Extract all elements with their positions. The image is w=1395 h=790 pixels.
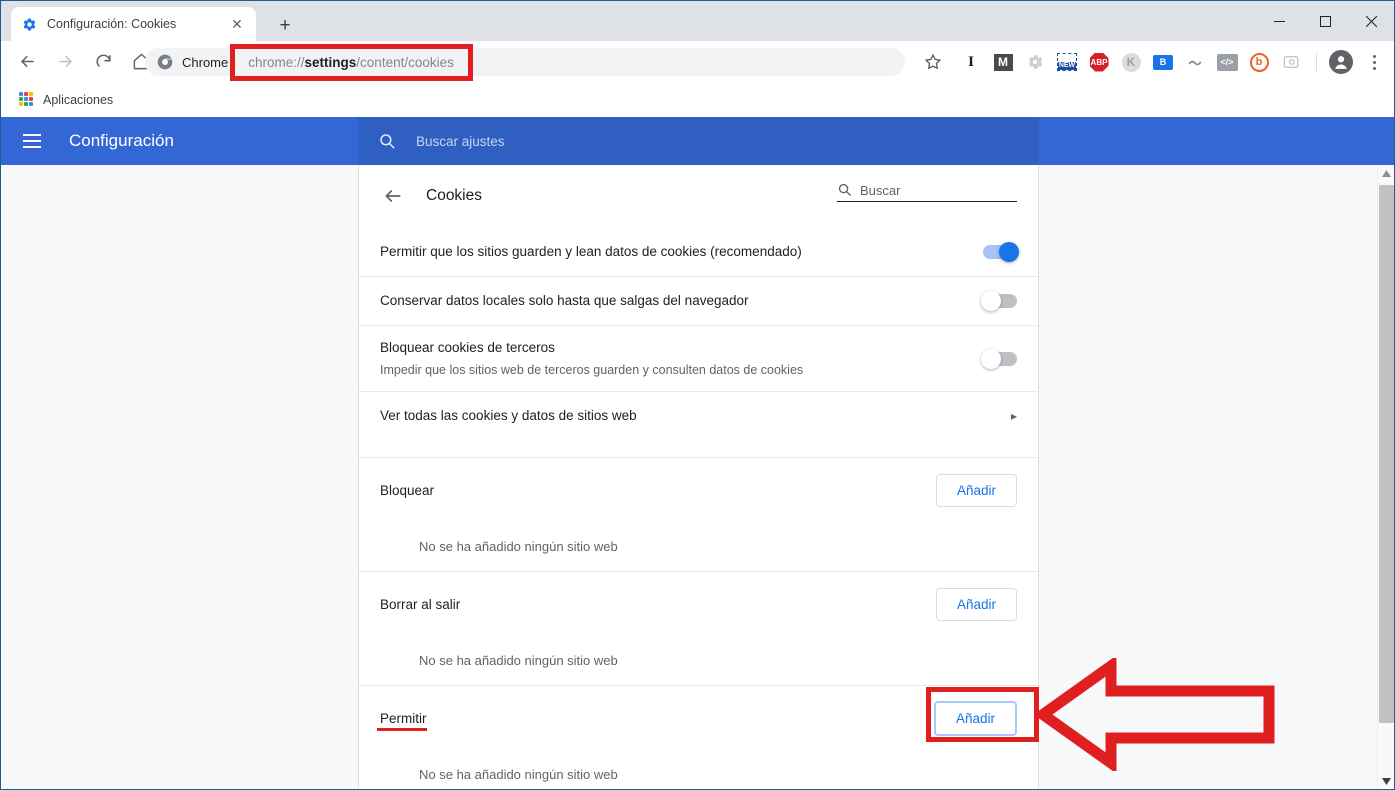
settings-header: Configuración Buscar ajustes xyxy=(1,117,1394,165)
toggle-keep-local-data[interactable] xyxy=(981,291,1017,311)
maximize-button[interactable] xyxy=(1302,1,1348,41)
tab-strip: Configuración: Cookies ✕ + xyxy=(1,1,1394,41)
empty-note-permitir: No se ha añadido ningún sitio web xyxy=(419,767,618,782)
row-title: Conservar datos locales solo hasta que s… xyxy=(380,293,749,308)
close-icon[interactable]: ✕ xyxy=(228,15,246,33)
bookmark-label: Aplicaciones xyxy=(43,92,114,107)
hamburger-icon[interactable] xyxy=(23,129,47,153)
bitly-blue-extension-icon[interactable]: B xyxy=(1151,50,1175,74)
row-text: Bloquear cookies de terceros Impedir que… xyxy=(380,338,983,380)
code-extension-icon[interactable]: </> xyxy=(1215,50,1239,74)
wave-extension-icon[interactable]: 〜 xyxy=(1183,50,1207,74)
section-title: Borrar al salir xyxy=(380,596,461,612)
minimize-button[interactable] xyxy=(1256,1,1302,41)
content-search-placeholder: Buscar xyxy=(860,183,901,198)
section-title: Bloquear xyxy=(380,482,435,498)
row-text: Permitir que los sitios guarden y lean d… xyxy=(380,242,983,262)
gear-extension-icon[interactable] xyxy=(1023,50,1047,74)
bookmarks-bar: Aplicaciones xyxy=(1,82,1394,117)
bitly-orange-extension-icon[interactable]: b xyxy=(1247,50,1271,74)
extension-icons: I M NEW ABP K B 〜 </> b xyxy=(959,48,1322,76)
tab-title: Configuración: Cookies xyxy=(47,17,177,31)
close-button[interactable] xyxy=(1348,1,1394,41)
kaspersky-extension-icon[interactable]: K xyxy=(1119,50,1143,74)
scroll-up-icon[interactable] xyxy=(1378,165,1394,182)
add-button-bloquear[interactable]: Añadir xyxy=(935,473,1017,508)
section-label: Bloquear xyxy=(380,482,936,500)
row-subtitle: Impedir que los sitios web de terceros g… xyxy=(380,362,804,377)
toggle-allow-cookies[interactable] xyxy=(983,241,1019,262)
card-header: Cookies Buscar xyxy=(359,165,1038,227)
omnibox-url: chrome://settings/content/cookies xyxy=(248,54,454,70)
settings-page: Cookies Buscar Permitir que los sitios g… xyxy=(1,165,1379,789)
window-controls xyxy=(1256,1,1394,41)
permitir-underline xyxy=(377,728,427,731)
empty-note-borrar-al-salir: No se ha añadido ningún sitio web xyxy=(419,653,618,668)
setting-row-block-third-party[interactable]: Bloquear cookies de terceros Impedir que… xyxy=(359,325,1038,391)
setting-row-view-all-cookies[interactable]: Ver todas las cookies y datos de sitios … xyxy=(359,391,1038,439)
screenshot-extension-icon[interactable] xyxy=(1279,50,1303,74)
section-header-bloquear: Bloquear Añadir xyxy=(359,457,1038,523)
mailto-extension-icon[interactable]: M xyxy=(991,50,1015,74)
row-title: Ver todas las cookies y datos de sitios … xyxy=(380,407,637,423)
content-search-input[interactable]: Buscar xyxy=(837,182,1017,202)
section-label: Borrar al salir xyxy=(380,596,936,614)
settings-title: Configuración xyxy=(69,131,174,150)
search-icon xyxy=(837,182,852,197)
chrome-menu-icon[interactable] xyxy=(1363,50,1385,74)
chevron-right-icon: ▸ xyxy=(1010,408,1017,423)
row-title: Permitir que los sitios guarden y lean d… xyxy=(380,243,802,259)
settings-search-placeholder: Buscar ajustes xyxy=(416,133,505,149)
row-title: Bloquear cookies de terceros xyxy=(380,339,555,355)
settings-search-input[interactable]: Buscar ajustes xyxy=(358,117,1039,165)
cookies-settings-card: Cookies Buscar Permitir que los sitios g… xyxy=(358,165,1039,789)
row-text: Ver todas las cookies y datos de sitios … xyxy=(380,406,1011,426)
apps-grid-icon xyxy=(19,91,35,108)
section-label: Permitir xyxy=(380,710,934,728)
setting-row-keep-local-data[interactable]: Conservar datos locales solo hasta que s… xyxy=(359,276,1038,325)
back-arrow-icon[interactable] xyxy=(381,184,405,208)
section-header-borrar-al-salir: Borrar al salir Añadir xyxy=(359,571,1038,637)
avatar[interactable] xyxy=(1329,50,1353,74)
chrome-logo-icon xyxy=(157,54,173,70)
row-text: Conservar datos locales solo hasta que s… xyxy=(380,291,983,311)
browser-tab[interactable]: Configuración: Cookies ✕ xyxy=(11,7,256,41)
back-button-icon[interactable] xyxy=(11,46,43,78)
omnibox-chip-label: Chrome xyxy=(182,54,229,70)
page-title: Cookies xyxy=(426,187,482,204)
new-extension-icon[interactable]: NEW xyxy=(1055,50,1079,74)
bookmark-apps[interactable]: Aplicaciones xyxy=(13,89,119,111)
section-header-permitir: Permitir Añadir xyxy=(359,685,1038,751)
setting-row-allow-cookies[interactable]: Permitir que los sitios guarden y lean d… xyxy=(359,227,1038,276)
instapaper-extension-icon[interactable]: I xyxy=(959,50,983,74)
toolbar-divider xyxy=(1316,53,1317,71)
browser-window: Configuración: Cookies ✕ + Chrome chrome… xyxy=(0,0,1395,790)
add-button-borrar-al-salir[interactable]: Añadir xyxy=(935,587,1017,622)
adblock-plus-extension-icon[interactable]: ABP xyxy=(1087,50,1111,74)
forward-button-icon[interactable] xyxy=(49,46,81,78)
page-scrollbar[interactable] xyxy=(1377,165,1394,789)
empty-note-bloquear: No se ha añadido ningún sitio web xyxy=(419,539,618,554)
bookmark-star-icon[interactable] xyxy=(923,52,945,74)
reload-button-icon[interactable] xyxy=(87,46,119,78)
browser-toolbar: Chrome chrome://settings/content/cookies… xyxy=(1,41,1394,82)
section-title: Permitir xyxy=(380,710,427,726)
gear-icon xyxy=(21,16,37,32)
scroll-down-icon[interactable] xyxy=(1378,773,1394,789)
toggle-block-third-party[interactable] xyxy=(981,348,1017,369)
omnibox[interactable]: Chrome chrome://settings/content/cookies xyxy=(145,48,905,76)
search-icon xyxy=(378,132,396,150)
scrollbar-thumb[interactable] xyxy=(1379,185,1394,723)
add-button-permitir[interactable]: Añadir xyxy=(933,700,1017,737)
new-tab-button[interactable]: + xyxy=(273,13,297,37)
